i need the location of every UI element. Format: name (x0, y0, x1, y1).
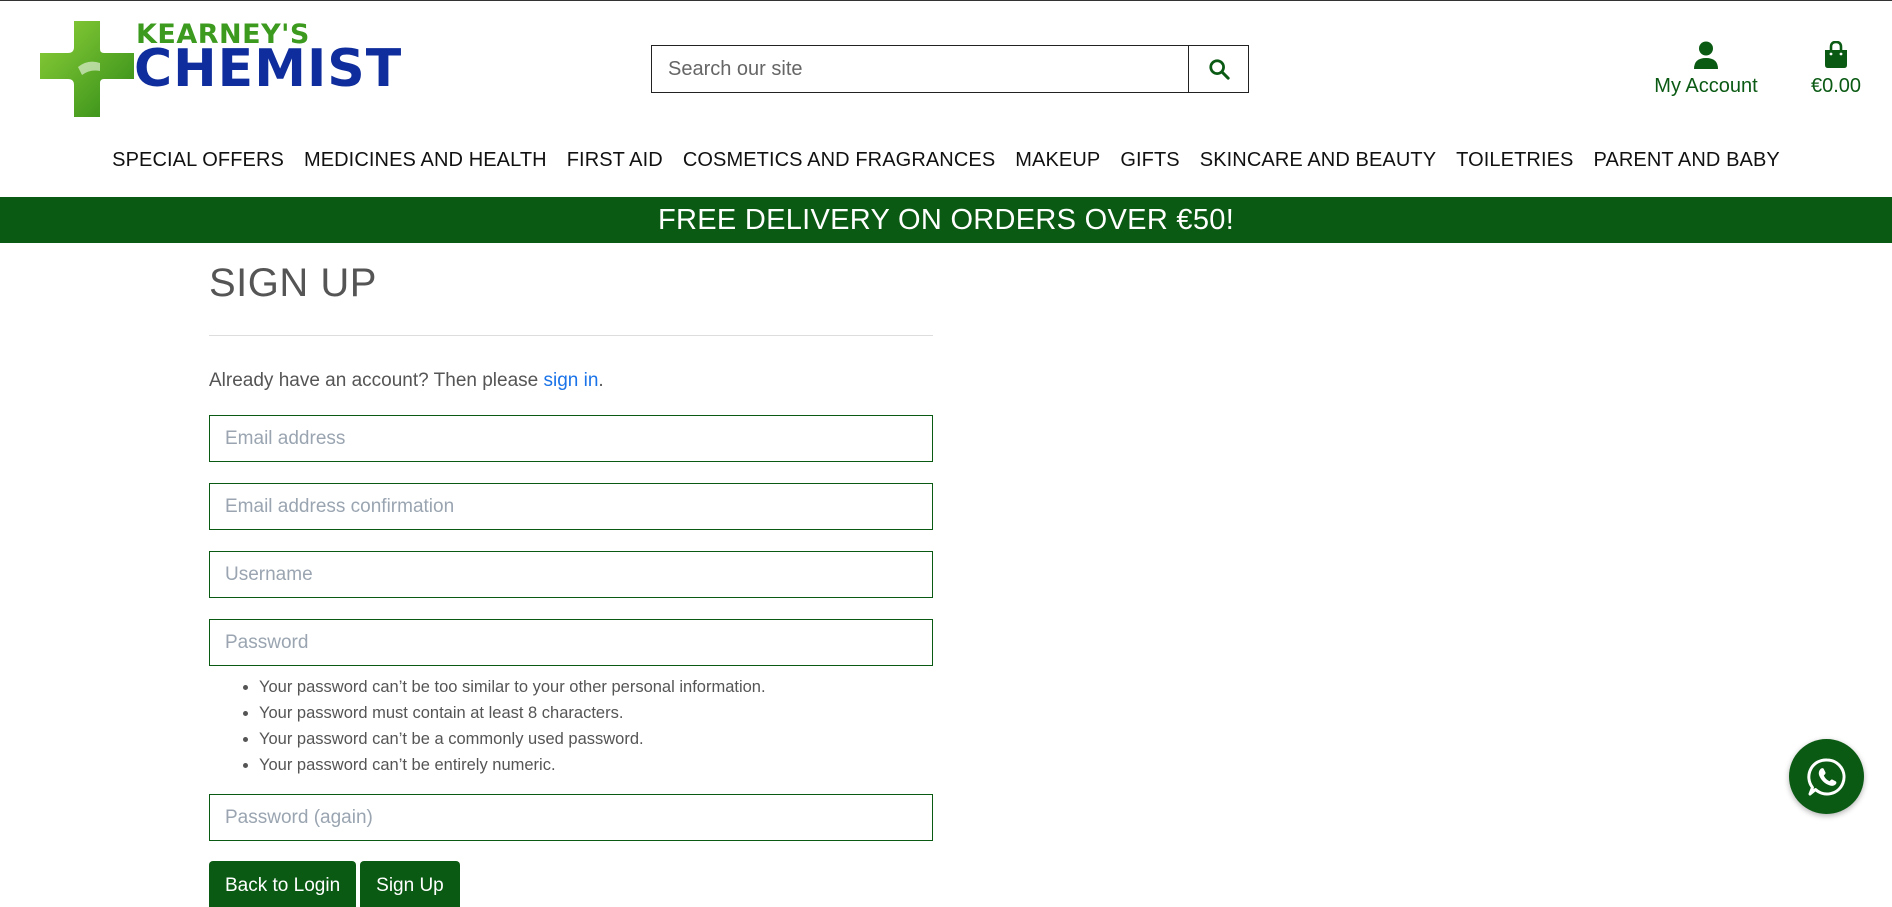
delivery-banner: FREE DELIVERY ON ORDERS OVER €50! (0, 197, 1892, 243)
signin-prompt-suffix: . (598, 370, 604, 391)
password-help-item: Your password can’t be a commonly used p… (259, 726, 933, 752)
sign-up-button[interactable]: Sign Up (360, 861, 460, 907)
nav-toiletries[interactable]: TOILETRIES (1456, 149, 1573, 172)
main-nav: SPECIAL OFFERS MEDICINES AND HEALTH FIRS… (0, 149, 1892, 172)
email-field[interactable] (209, 415, 933, 462)
form-actions: Back to Login Sign Up (209, 861, 933, 907)
password-again-field[interactable] (209, 794, 933, 841)
nav-medicines-and-health[interactable]: MEDICINES AND HEALTH (304, 149, 547, 172)
search-button[interactable] (1188, 46, 1248, 92)
whatsapp-icon (1806, 757, 1846, 795)
site-header: KEARNEY'S CHEMIST My Account (0, 1, 1892, 171)
logo-text-main: CHEMIST (134, 39, 403, 99)
nav-cosmetics-and-fragrances[interactable]: COSMETICS AND FRAGRANCES (683, 149, 995, 172)
search-icon (1208, 59, 1230, 80)
nav-gifts[interactable]: GIFTS (1120, 149, 1179, 172)
my-account-label: My Account (1654, 75, 1758, 97)
whatsapp-chat-button[interactable] (1789, 739, 1864, 814)
nav-special-offers[interactable]: SPECIAL OFFERS (112, 149, 284, 172)
search-input[interactable] (652, 46, 1188, 92)
password-help-item: Your password can’t be entirely numeric. (259, 752, 933, 778)
shopping-bag-icon (1825, 41, 1847, 68)
cross-logo-icon (40, 21, 134, 117)
password-help-list: Your password can’t be too similar to yo… (209, 674, 933, 778)
password-help-item: Your password must contain at least 8 ch… (259, 700, 933, 726)
cart-total: €0.00 (1810, 75, 1862, 97)
username-field[interactable] (209, 551, 933, 598)
password-field[interactable] (209, 619, 933, 666)
signin-prompt: Already have an account? Then please sig… (209, 370, 933, 392)
sign-in-link[interactable]: sign in (544, 370, 599, 391)
divider (209, 335, 933, 336)
cart-link[interactable]: €0.00 (1800, 39, 1872, 98)
nav-parent-and-baby[interactable]: PARENT AND BABY (1593, 149, 1779, 172)
email-confirm-field[interactable] (209, 483, 933, 530)
password-help-item: Your password can’t be too similar to yo… (259, 674, 933, 700)
signup-form: SIGN UP Already have an account? Then pl… (209, 253, 933, 907)
nav-makeup[interactable]: MAKEUP (1015, 149, 1100, 172)
back-to-login-button[interactable]: Back to Login (209, 861, 357, 907)
nav-skincare-and-beauty[interactable]: SKINCARE AND BEAUTY (1200, 149, 1436, 172)
page-title: SIGN UP (209, 261, 377, 305)
nav-first-aid[interactable]: FIRST AID (567, 149, 663, 172)
signin-prompt-text: Already have an account? Then please (209, 370, 544, 391)
my-account-link[interactable]: My Account (1646, 39, 1766, 98)
user-icon (1694, 41, 1718, 69)
search-bar (651, 45, 1249, 93)
logo[interactable]: KEARNEY'S CHEMIST (38, 19, 403, 119)
